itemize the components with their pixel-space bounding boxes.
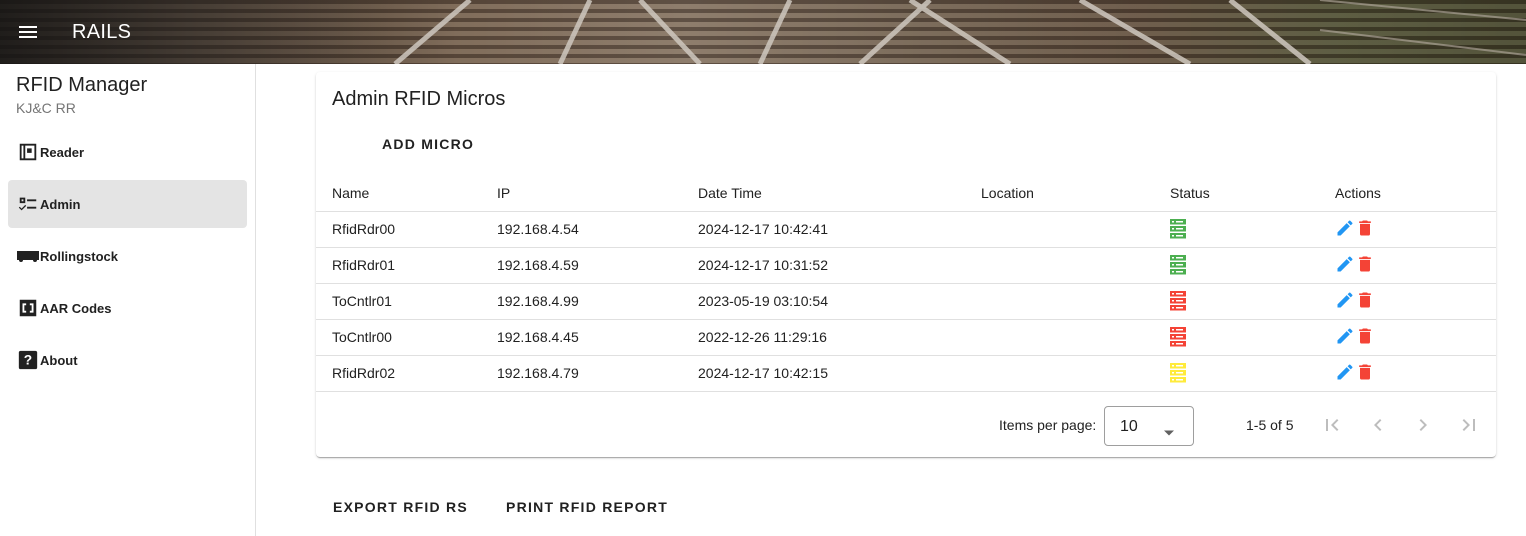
items-per-page-select[interactable]: 10 xyxy=(1104,406,1194,446)
app-title: RAILS xyxy=(72,21,132,43)
items-per-page-label: Items per page: xyxy=(999,417,1097,433)
page-range-label: 1-5 of 5 xyxy=(1246,417,1294,433)
items-per-page-value: 10 xyxy=(1120,418,1138,435)
train-car-icon xyxy=(16,244,40,268)
server-status-icon xyxy=(1170,255,1186,275)
cell-status xyxy=(1170,355,1335,392)
micros-card: Admin RFID Micros ADD MICRO Name IP Date… xyxy=(316,72,1496,457)
add-micro-button[interactable]: ADD MICRO xyxy=(382,136,474,152)
sidebar-item-aar-codes[interactable]: AAR Codes xyxy=(8,284,247,332)
sidebar-item-about[interactable]: ? About xyxy=(8,336,247,384)
sidebar-item-label: Reader xyxy=(40,144,85,160)
cell-name: RfidRdr02 xyxy=(316,355,497,392)
cell-name: ToCntlr00 xyxy=(316,319,497,356)
edit-icon[interactable] xyxy=(1335,326,1355,349)
cell-status xyxy=(1170,247,1335,284)
cell-ip: 192.168.4.79 xyxy=(497,355,698,392)
cell-name: RfidRdr01 xyxy=(316,247,497,284)
cell-actions xyxy=(1335,247,1496,284)
menu-icon[interactable] xyxy=(16,20,40,44)
next-page-icon[interactable] xyxy=(1411,413,1435,437)
cell-datetime: 2023-05-19 03:10:54 xyxy=(698,283,981,320)
column-header-location[interactable]: Location xyxy=(981,175,1170,212)
delete-icon[interactable] xyxy=(1355,362,1375,385)
edit-icon[interactable] xyxy=(1335,290,1355,313)
edit-icon[interactable] xyxy=(1335,254,1355,277)
paginator: Items per page: 10 1-5 of 5 xyxy=(316,395,1496,453)
column-header-name[interactable]: Name xyxy=(316,175,497,212)
admin-list-icon xyxy=(16,192,40,216)
sidebar-item-label: Rollingstock xyxy=(40,248,119,264)
cell-ip: 192.168.4.54 xyxy=(497,211,698,248)
cell-ip: 192.168.4.59 xyxy=(497,247,698,284)
cell-status xyxy=(1170,283,1335,320)
first-page-icon[interactable] xyxy=(1320,413,1344,437)
cell-location xyxy=(981,283,1170,320)
export-rfid-button[interactable]: EXPORT RFID RS xyxy=(333,499,468,515)
table-row: RfidRdr01 192.168.4.59 2024-12-17 10:31:52 xyxy=(316,247,1496,284)
edit-icon[interactable] xyxy=(1335,218,1355,241)
table-row: ToCntlr00 192.168.4.45 2022-12-26 11:29:16 xyxy=(316,319,1496,356)
cell-datetime: 2022-12-26 11:29:16 xyxy=(698,319,981,356)
app-header: RAILS xyxy=(0,0,1526,64)
table-header-row: Name IP Date Time Location Status Action… xyxy=(316,175,1496,212)
table-row: ToCntlr01 192.168.4.99 2023-05-19 03:10:54 xyxy=(316,283,1496,320)
sidebar-item-admin[interactable]: Admin xyxy=(8,180,247,228)
header-background-image xyxy=(393,0,1526,64)
sidebar-item-label: About xyxy=(40,352,78,368)
sidebar: RFID Manager KJ&C RR Reader Admin Rollin… xyxy=(0,64,256,536)
cell-datetime: 2024-12-17 10:42:41 xyxy=(698,211,981,248)
server-status-icon xyxy=(1170,363,1186,383)
reader-icon xyxy=(16,140,40,164)
sidebar-item-label: AAR Codes xyxy=(40,300,112,316)
edit-icon[interactable] xyxy=(1335,362,1355,385)
cell-actions xyxy=(1335,211,1496,248)
delete-icon[interactable] xyxy=(1355,290,1375,313)
cell-datetime: 2024-12-17 10:42:15 xyxy=(698,355,981,392)
cell-status xyxy=(1170,319,1335,356)
server-status-icon xyxy=(1170,219,1186,239)
cell-actions xyxy=(1335,283,1496,320)
cell-location xyxy=(981,247,1170,284)
cell-datetime: 2024-12-17 10:31:52 xyxy=(698,247,981,284)
last-page-icon[interactable] xyxy=(1457,413,1481,437)
table-row: RfidRdr00 192.168.4.54 2024-12-17 10:42:41 xyxy=(316,211,1496,248)
dropdown-arrow-icon xyxy=(1164,423,1174,439)
column-header-datetime[interactable]: Date Time xyxy=(698,175,981,212)
svg-text:?: ? xyxy=(24,353,32,368)
sidebar-item-rollingstock[interactable]: Rollingstock xyxy=(8,232,247,280)
sidebar-item-reader[interactable]: Reader xyxy=(8,128,247,176)
cell-location xyxy=(981,355,1170,392)
help-icon: ? xyxy=(16,348,40,372)
column-header-status[interactable]: Status xyxy=(1170,175,1335,212)
card-title: Admin RFID Micros xyxy=(332,88,506,110)
server-status-icon xyxy=(1170,291,1186,311)
cell-location xyxy=(981,211,1170,248)
cell-location xyxy=(981,319,1170,356)
column-header-actions: Actions xyxy=(1335,175,1496,212)
print-rfid-report-button[interactable]: PRINT RFID REPORT xyxy=(506,499,668,515)
column-header-ip[interactable]: IP xyxy=(497,175,698,212)
cell-name: ToCntlr01 xyxy=(316,283,497,320)
cell-ip: 192.168.4.99 xyxy=(497,283,698,320)
cell-ip: 192.168.4.45 xyxy=(497,319,698,356)
sidebar-subtitle: KJ&C RR xyxy=(16,100,76,116)
cell-status xyxy=(1170,211,1335,248)
micros-table: Name IP Date Time Location Status Action… xyxy=(316,175,1496,392)
previous-page-icon[interactable] xyxy=(1366,413,1390,437)
server-status-icon xyxy=(1170,327,1186,347)
cell-actions xyxy=(1335,319,1496,356)
delete-icon[interactable] xyxy=(1355,218,1375,241)
code-brackets-icon xyxy=(16,296,40,320)
delete-icon[interactable] xyxy=(1355,326,1375,349)
delete-icon[interactable] xyxy=(1355,254,1375,277)
cell-name: RfidRdr00 xyxy=(316,211,497,248)
cell-actions xyxy=(1335,355,1496,392)
sidebar-title: RFID Manager xyxy=(16,74,148,96)
sidebar-item-label: Admin xyxy=(40,196,81,212)
table-row: RfidRdr02 192.168.4.79 2024-12-17 10:42:15 xyxy=(316,355,1496,392)
